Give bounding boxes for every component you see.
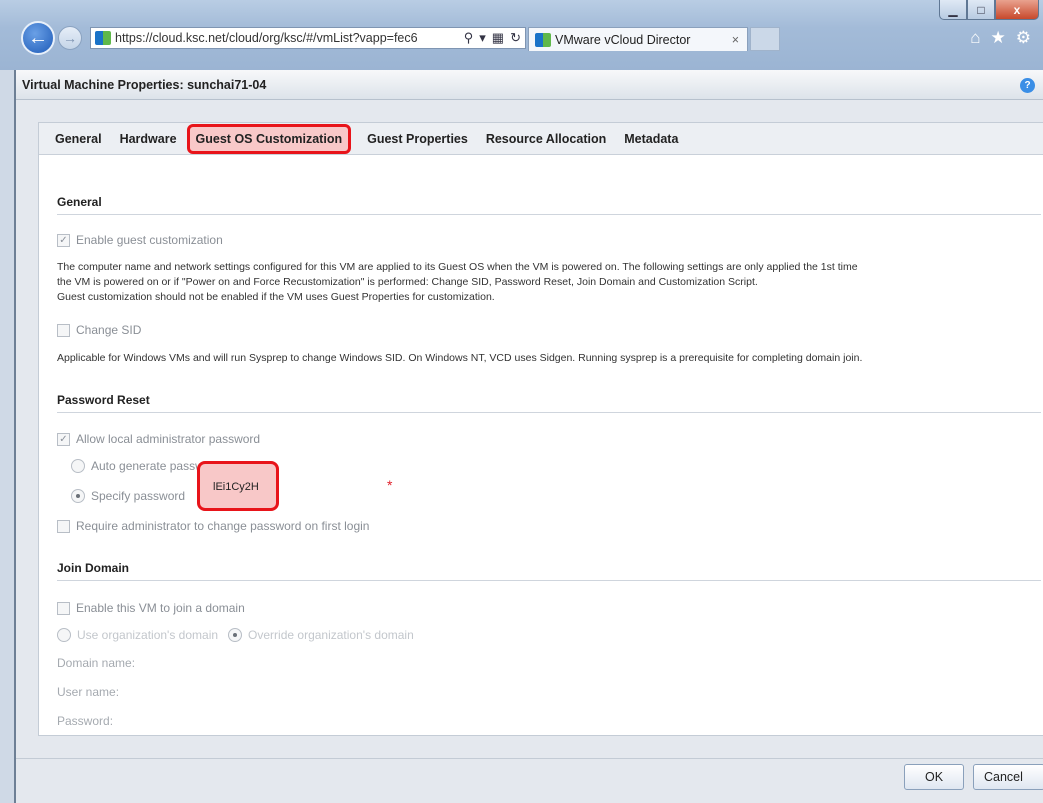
enable-guest-customization-checkbox[interactable]: ✓ Enable guest customization [57, 233, 223, 247]
vcloud-tab-favicon-icon [535, 32, 551, 47]
favorites-star-icon[interactable]: ★ [991, 28, 1006, 48]
window-controls: ▁ □ x [939, 0, 1039, 20]
properties-panel: General Hardware Guest OS Customization … [38, 122, 1043, 736]
tab-guest-properties[interactable]: Guest Properties [367, 132, 468, 146]
checkbox-checked-icon: ✓ [57, 432, 70, 446]
domain-name-label: Domain name: [57, 656, 136, 670]
address-bar[interactable]: https://cloud.ksc.net/cloud/org/ksc/#/vm… [90, 27, 526, 49]
change-sid-label: Change SID [76, 323, 142, 337]
description-line-3: Guest customization should not be enable… [57, 291, 495, 303]
password-field[interactable]: lEi1Cy2H [213, 481, 259, 493]
close-window-button[interactable]: x [995, 0, 1039, 20]
checkbox-unchecked-icon [57, 601, 70, 615]
enable-join-domain-label: Enable this VM to join a domain [76, 601, 245, 615]
enable-guest-customization-label: Enable guest customization [76, 233, 223, 247]
tab-bar: General Hardware Guest OS Customization … [39, 123, 1043, 155]
required-marker: * [387, 477, 393, 493]
domain-choice-radios: Use organization's domain Override organ… [57, 628, 414, 642]
browser-nav-icons: ⌂ ★ ⚙ [970, 28, 1031, 48]
domain-password-label: Password: [57, 714, 114, 728]
maximize-button[interactable]: □ [967, 0, 995, 20]
override-org-domain-label: Override organization's domain [248, 628, 414, 642]
compatibility-view-icon[interactable]: ▦ [492, 30, 504, 46]
customization-description: The computer name and network settings c… [57, 260, 1017, 305]
use-org-domain-label: Use organization's domain [77, 628, 219, 642]
vm-properties-dialog: Virtual Machine Properties: sunchai71-04… [14, 70, 1043, 803]
tab-guest-os-customization[interactable]: Guest OS Customization [186, 123, 352, 154]
tab-title: VMware vCloud Director [555, 32, 691, 47]
require-password-change-checkbox[interactable]: Require administrator to change password… [57, 519, 369, 533]
radio-unselected-icon [71, 459, 85, 473]
back-arrow-icon[interactable]: ← [21, 21, 55, 55]
vcloud-favicon-icon [95, 31, 111, 45]
tab-close-icon[interactable]: × [732, 33, 739, 47]
search-icon[interactable]: ⚲ [464, 30, 474, 46]
tab-hardware[interactable]: Hardware [120, 132, 177, 146]
forward-arrow-icon[interactable]: → [58, 26, 82, 50]
new-tab-button[interactable] [750, 27, 780, 51]
checkbox-unchecked-icon [57, 323, 70, 337]
browser-tab[interactable]: VMware vCloud Director × [528, 27, 748, 51]
checkbox-unchecked-icon [57, 519, 70, 533]
checkbox-checked-icon: ✓ [57, 233, 70, 247]
browser-chrome: ▁ □ x ← → https://cloud.ksc.net/cloud/or… [0, 0, 1043, 70]
home-icon[interactable]: ⌂ [970, 28, 980, 48]
address-tools: ⚲ ▾ ▦ ↻ [459, 30, 525, 46]
radio-selected-icon[interactable] [228, 628, 243, 642]
tab-resource-allocation[interactable]: Resource Allocation [486, 132, 606, 146]
ok-button[interactable]: OK [904, 764, 964, 790]
tools-gear-icon[interactable]: ⚙ [1016, 28, 1031, 48]
radio-unselected-icon[interactable] [57, 628, 71, 642]
cancel-button[interactable]: Cancel [973, 764, 1043, 790]
enable-join-domain-checkbox[interactable]: Enable this VM to join a domain [57, 601, 245, 615]
section-general-heading: General [57, 195, 1041, 215]
sid-note: Applicable for Windows VMs and will run … [57, 352, 863, 364]
tab-metadata[interactable]: Metadata [624, 132, 678, 146]
minimize-button[interactable]: ▁ [939, 0, 967, 20]
user-name-label: User name: [57, 685, 120, 699]
allow-local-admin-password-checkbox[interactable]: ✓ Allow local administrator password [57, 432, 260, 446]
radio-selected-icon [71, 489, 85, 503]
require-password-change-label: Require administrator to change password… [76, 519, 370, 533]
refresh-icon[interactable]: ↻ [510, 30, 521, 46]
dropdown-chevron-icon[interactable]: ▾ [479, 30, 486, 46]
tab-general[interactable]: General [55, 132, 102, 146]
specify-password-label: Specify password [91, 489, 186, 503]
dialog-footer [16, 758, 1043, 803]
dialog-title: Virtual Machine Properties: sunchai71-04 [16, 70, 1043, 100]
section-password-reset-heading: Password Reset [57, 393, 1041, 413]
specify-password-radio[interactable]: Specify password [71, 489, 185, 503]
help-icon[interactable]: ? [1020, 78, 1035, 93]
section-join-domain-heading: Join Domain [57, 561, 1041, 581]
allow-local-admin-password-label: Allow local administrator password [76, 432, 261, 446]
change-sid-checkbox[interactable]: Change SID [57, 323, 141, 337]
description-line-2: the VM is powered on or if "Power on and… [57, 276, 758, 288]
address-url: https://cloud.ksc.net/cloud/org/ksc/#/vm… [115, 31, 418, 45]
description-line-1: The computer name and network settings c… [57, 261, 858, 273]
